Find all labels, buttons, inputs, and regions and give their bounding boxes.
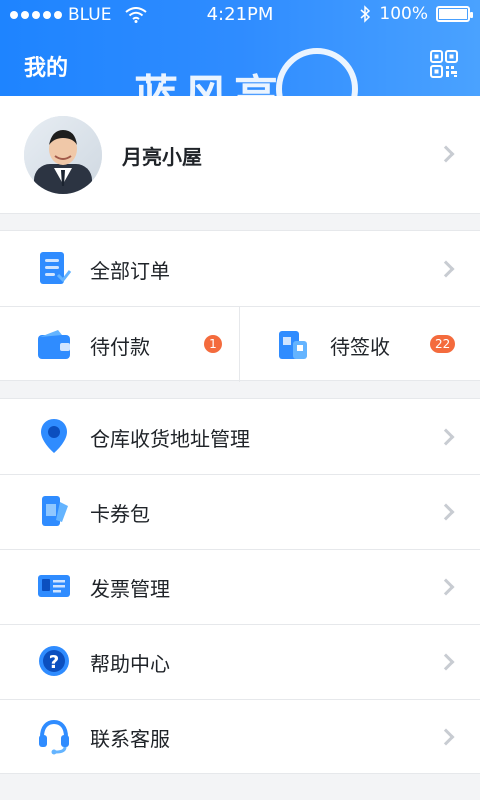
package-receipt-icon	[279, 331, 307, 359]
menu-item-label: 发票管理	[90, 577, 170, 601]
status-bar: BLUE 4:21PM 100%	[0, 0, 480, 28]
order-status-row: 待付款 1 待签收 22	[0, 307, 480, 382]
pending-receipt-badge: 22	[430, 335, 456, 353]
avatar[interactable]	[24, 116, 102, 194]
coupon-icon	[42, 496, 68, 526]
help-question-icon: ?	[39, 646, 69, 676]
order-list-icon	[40, 252, 72, 284]
menu-item-label: 帮助中心	[90, 652, 170, 676]
pending-payment-badge: 1	[204, 335, 222, 353]
menu-item-invoice-management[interactable]: 发票管理	[0, 549, 480, 624]
pending-receipt-item[interactable]: 待签收 22	[240, 307, 480, 382]
qr-code-icon[interactable]	[430, 50, 458, 78]
battery-icon	[436, 6, 473, 22]
svg-text:?: ?	[49, 652, 59, 673]
pending-payment-item[interactable]: 待付款 1	[0, 307, 239, 382]
invoice-card-icon	[38, 575, 70, 597]
profile-photo	[24, 116, 102, 194]
page-title: 我的	[24, 56, 69, 81]
chevron-right-icon	[437, 653, 455, 671]
chevron-right-icon	[437, 145, 455, 163]
profile-card[interactable]: 月亮小屋	[0, 96, 480, 214]
all-orders-label: 全部订单	[90, 259, 170, 283]
menu-item-label: 联系客服	[90, 727, 170, 751]
menu-item-label: 卡券包	[90, 502, 150, 526]
menu-item-help-center[interactable]: ? 帮助中心	[0, 624, 480, 699]
chevron-right-icon	[437, 428, 455, 446]
location-pin-icon	[41, 419, 67, 453]
all-orders-row[interactable]: 全部订单	[0, 231, 480, 306]
orders-section: 全部订单 待付款 1 待签收 22	[0, 230, 480, 382]
profile-name: 月亮小屋	[122, 145, 202, 169]
wallet-icon	[38, 330, 70, 359]
chevron-right-icon	[437, 503, 455, 521]
menu-item-contact-support[interactable]: 联系客服	[0, 699, 480, 774]
battery-percentage: 100%	[379, 4, 428, 24]
bluetooth-icon	[360, 5, 371, 23]
pending-receipt-label: 待签收	[330, 335, 390, 359]
chevron-right-icon	[437, 578, 455, 596]
menu-section: 仓库收货地址管理 卡券包 发票管理 ? 帮助中心 联系客服	[0, 398, 480, 774]
brand-watermark: 蓝风高	[134, 60, 284, 96]
menu-item-label: 仓库收货地址管理	[90, 427, 250, 451]
headset-icon	[39, 719, 69, 755]
header-banner: 蓝风高 BLUE 4:21PM 100% 我的	[0, 0, 480, 96]
pending-payment-label: 待付款	[90, 335, 150, 359]
chevron-right-icon	[437, 260, 455, 278]
menu-item-coupons[interactable]: 卡券包	[0, 474, 480, 549]
brand-circle-decoration	[276, 48, 358, 96]
menu-item-warehouse-address[interactable]: 仓库收货地址管理	[0, 399, 480, 474]
chevron-right-icon	[437, 728, 455, 746]
